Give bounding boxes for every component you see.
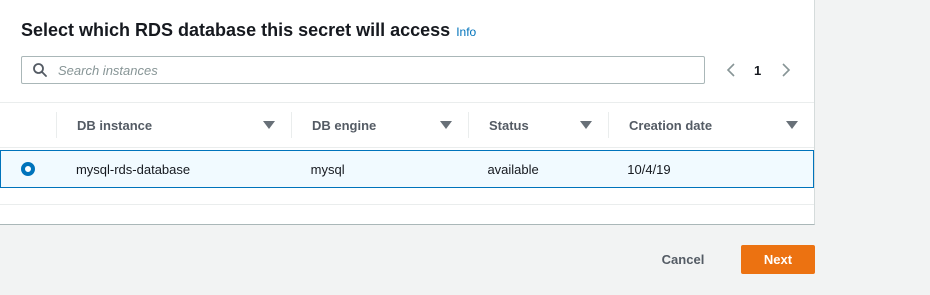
column-header-label: Creation date	[629, 117, 713, 133]
cancel-button[interactable]: Cancel	[648, 245, 718, 274]
radio-button-selected[interactable]	[21, 162, 35, 176]
table-bottom-divider	[0, 188, 814, 205]
db-instances-table: DB instance DB engine Status Creation da…	[0, 102, 814, 205]
pagination: 1	[720, 59, 797, 81]
column-header-label: DB instance	[77, 117, 153, 133]
rds-selection-panel: Select which RDS database this secret wi…	[0, 0, 815, 225]
column-header-db-instance[interactable]: DB instance	[56, 112, 291, 138]
caret-down-icon[interactable]	[263, 121, 275, 129]
chevron-right-icon[interactable]	[775, 59, 797, 81]
caret-down-icon[interactable]	[580, 121, 592, 129]
db-engine-cell: mysql	[310, 161, 345, 177]
search-box[interactable]	[21, 56, 705, 84]
current-page-number[interactable]: 1	[754, 63, 761, 78]
search-icon	[33, 63, 47, 77]
table-header: DB instance DB engine Status Creation da…	[0, 102, 814, 148]
next-button[interactable]: Next	[741, 245, 815, 274]
info-link[interactable]: Info	[456, 25, 476, 39]
search-input[interactable]	[56, 61, 704, 79]
status-cell: available	[487, 161, 539, 177]
column-header-label: Status	[489, 117, 529, 133]
page-title: Select which RDS database this secret wi…	[21, 20, 451, 40]
header: Select which RDS database this secret wi…	[21, 20, 476, 41]
creation-date-cell: 10/4/19	[627, 161, 671, 177]
chevron-left-icon[interactable]	[720, 59, 742, 81]
caret-down-icon[interactable]	[440, 121, 452, 129]
column-header-label: DB engine	[312, 117, 377, 133]
column-header-db-engine[interactable]: DB engine	[291, 112, 468, 138]
table-row[interactable]: mysql-rds-database mysql available 10/4/…	[0, 150, 814, 188]
selection-column-header	[0, 112, 56, 138]
column-header-creation-date[interactable]: Creation date	[608, 112, 814, 138]
caret-down-icon[interactable]	[786, 121, 798, 129]
db-instance-cell: mysql-rds-database	[75, 161, 191, 177]
row-selector[interactable]	[1, 162, 56, 176]
column-header-status[interactable]: Status	[468, 112, 608, 138]
